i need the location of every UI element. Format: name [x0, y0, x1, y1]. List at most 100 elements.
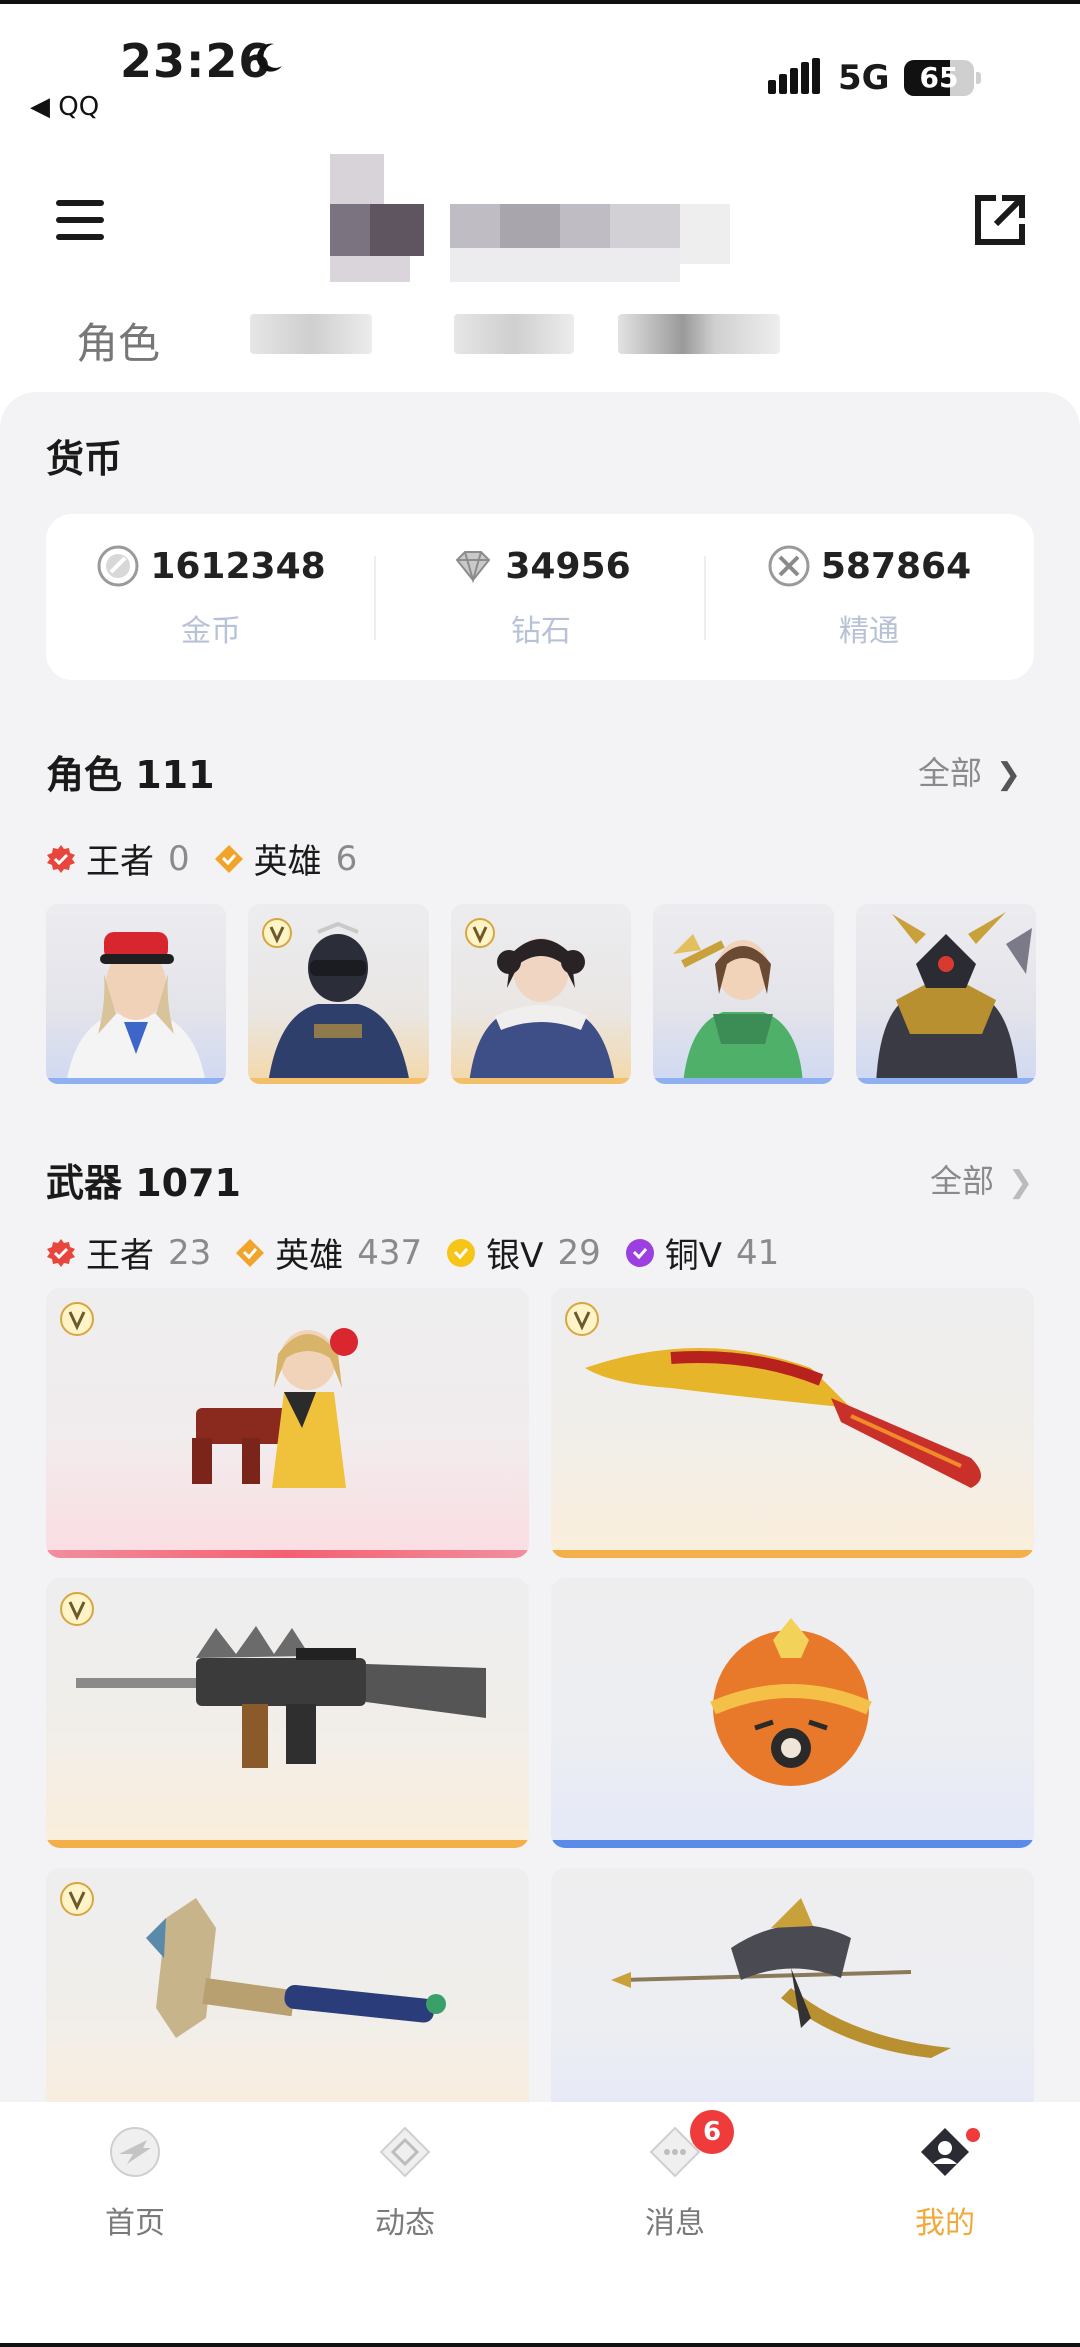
badge-label: 银V — [486, 1236, 544, 1276]
roles-view-all-label: 全部 — [918, 754, 983, 792]
weapon-badge-silver-v[interactable]: 银V 29 — [446, 1228, 601, 1277]
badge-count: 6 — [335, 838, 358, 879]
nav-home-label: 首页 — [105, 2206, 165, 2241]
back-to-app-link[interactable]: ◀ QQ — [30, 92, 99, 122]
weapon-image — [710, 1618, 872, 1786]
weapons-view-all[interactable]: 全部 ❯ — [930, 1156, 1033, 1202]
tab-blurred-1[interactable] — [250, 314, 372, 354]
badge-label: 英雄 — [253, 842, 322, 882]
silver-v-badge-icon — [447, 1238, 476, 1267]
nav-feed-label: 动态 — [375, 2206, 435, 2241]
status-time: 23:26 — [120, 34, 272, 88]
nav-home[interactable]: 首页 — [45, 2124, 225, 2242]
network-type: 5G — [838, 58, 890, 98]
v-badge-icon — [60, 1302, 94, 1336]
app-header — [0, 140, 1080, 300]
badge-label: 英雄 — [275, 1236, 344, 1276]
currency-mastery[interactable]: 587864 精通 — [704, 544, 1034, 654]
weapon-badge-hero[interactable]: 英雄 437 — [235, 1228, 422, 1277]
currency-gold[interactable]: 1612348 金币 — [46, 544, 376, 654]
weapon-badge-king[interactable]: 王者 23 — [46, 1228, 211, 1277]
tab-blurred-2[interactable] — [454, 314, 574, 354]
hero-badge-icon — [236, 1238, 265, 1267]
weapons-view-all-label: 全部 — [930, 1162, 995, 1200]
diamond-icon — [456, 551, 491, 584]
v-badge-icon — [262, 918, 293, 948]
battery-icon: 65 — [904, 60, 974, 96]
weapon-card[interactable] — [551, 1578, 1034, 1848]
role-portrait — [66, 932, 206, 1084]
profile-notification-dot — [966, 2128, 980, 2142]
weapon-card[interactable] — [46, 1288, 529, 1558]
weapon-card[interactable] — [46, 1868, 529, 2138]
mastery-label: 精通 — [839, 614, 899, 649]
role-card-row — [46, 904, 1037, 1088]
role-portrait — [875, 912, 1032, 1084]
king-badge-icon — [47, 1238, 75, 1267]
weapon-image — [192, 1328, 358, 1488]
v-badge-icon — [60, 1592, 94, 1626]
role-card[interactable] — [653, 904, 834, 1084]
gold-value: 1612348 — [150, 545, 326, 587]
nav-feed[interactable]: 动态 — [315, 2124, 495, 2242]
weapon-badge-bronze-v[interactable]: 铜V 41 — [625, 1228, 780, 1277]
chevron-right-icon: ❯ — [996, 757, 1022, 792]
currency-diamond[interactable]: 34956 钻石 — [376, 544, 706, 654]
v-badge-icon — [565, 1302, 599, 1336]
weapon-image — [611, 1898, 951, 2058]
role-card[interactable] — [46, 904, 227, 1084]
role-card[interactable] — [450, 904, 632, 1084]
status-bar: 23:26 ◀ QQ 5G 65 — [0, 0, 1080, 130]
signal-icon — [768, 58, 820, 94]
weapons-title: 武器 1071 — [46, 1161, 241, 1205]
badge-count: 437 — [357, 1232, 423, 1273]
bottom-nav: 首页 动态 消息 6 我的 — [0, 2102, 1080, 2347]
gold-label: 金币 — [181, 614, 241, 649]
role-card[interactable] — [855, 904, 1037, 1084]
weapon-grid — [46, 1288, 1034, 2138]
tab-role[interactable]: 角色 — [76, 310, 160, 371]
currency-title: 货币 — [46, 437, 123, 481]
role-badge-king[interactable]: 王者 0 — [46, 834, 190, 883]
weapon-image — [146, 1898, 446, 2038]
coin-icon — [97, 545, 139, 587]
hamburger-icon[interactable] — [56, 200, 104, 240]
v-badge-icon — [60, 1882, 94, 1916]
external-share-icon[interactable] — [972, 192, 1028, 248]
blurred-username — [330, 154, 740, 284]
bottom-edge — [0, 2343, 1080, 2347]
currency-card: 1612348 金币 34956 钻石 587864 精通 — [46, 514, 1034, 680]
weapon-card[interactable] — [551, 1868, 1034, 2138]
v-badge-icon — [464, 918, 495, 948]
badge-label: 王者 — [86, 842, 154, 882]
weapon-card[interactable] — [551, 1288, 1034, 1558]
badge-count: 23 — [168, 1232, 212, 1273]
message-count-badge: 6 — [690, 2110, 734, 2154]
tab-blurred-3[interactable] — [618, 314, 780, 354]
home-icon — [110, 2127, 160, 2177]
roles-view-all[interactable]: 全部 ❯ — [918, 748, 1021, 794]
weapon-card[interactable] — [46, 1578, 529, 1848]
profile-icon — [921, 2128, 969, 2176]
bronze-v-badge-icon — [625, 1238, 654, 1267]
badge-count: 41 — [735, 1232, 780, 1273]
diamond-label: 钻石 — [511, 614, 571, 649]
role-portrait — [673, 934, 804, 1084]
role-card[interactable] — [248, 904, 429, 1084]
profile-tabs: 角色 — [0, 300, 1080, 380]
nav-message-label: 消息 — [645, 2206, 705, 2241]
nav-message[interactable]: 消息 — [585, 2124, 765, 2242]
battery-percent: 65 — [919, 61, 959, 94]
badge-count: 29 — [557, 1232, 601, 1273]
mastery-value: 587864 — [820, 545, 972, 587]
badge-label: 铜V — [664, 1236, 722, 1276]
feed-icon — [379, 2126, 431, 2178]
mastery-icon — [768, 545, 810, 587]
roles-badges: 王者 0 英雄 6 — [46, 834, 357, 883]
nav-profile[interactable]: 我的 — [855, 2124, 1035, 2242]
weapons-badges: 王者 23 英雄 437 银V 29 铜V 41 — [46, 1228, 779, 1277]
chevron-right-icon: ❯ — [1008, 1165, 1034, 1200]
role-badge-hero[interactable]: 英雄 6 — [214, 834, 358, 883]
battery-tip — [976, 72, 981, 84]
profile-panel: 货币 1612348 金币 34956 钻石 587864 精通 角色 111 … — [0, 392, 1080, 2138]
